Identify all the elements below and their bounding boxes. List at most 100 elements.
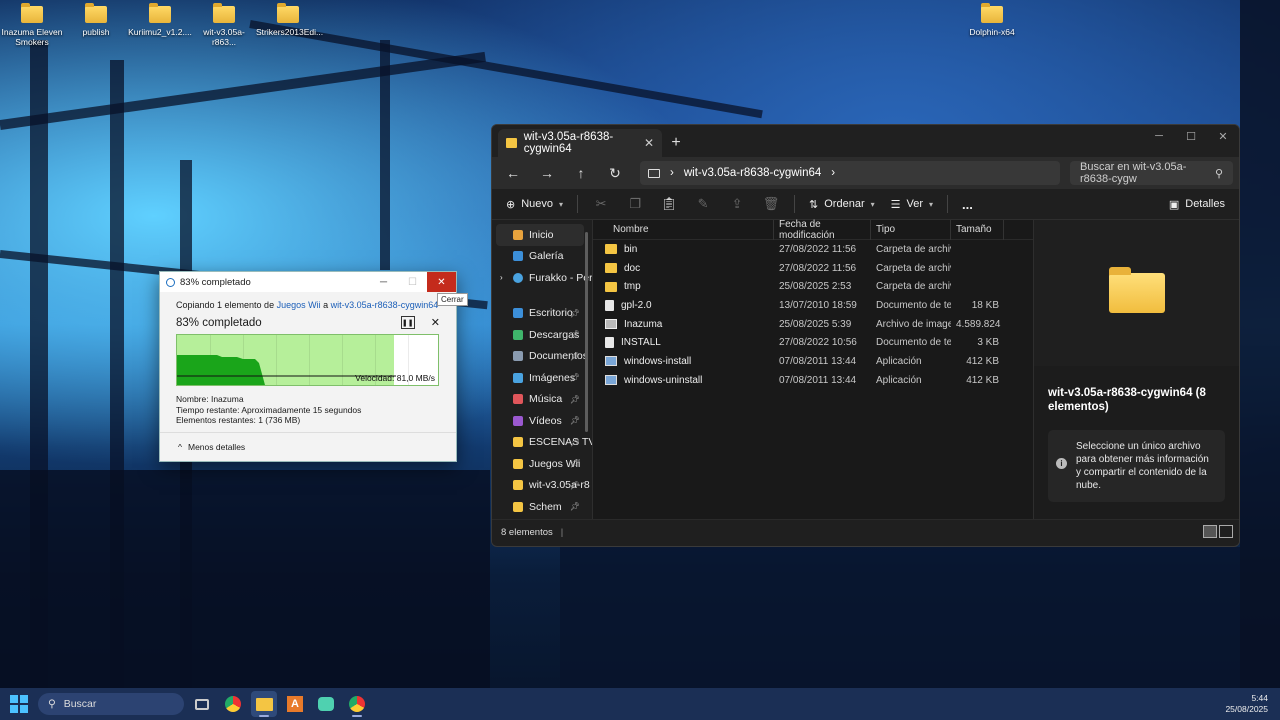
file-rows: bin 27/08/2022 11:56 Carpeta de archivos… — [593, 240, 1033, 390]
pin-icon[interactable]: 📌︎ — [570, 502, 580, 511]
system-clock[interactable]: 5:44 25/08/2025 — [1225, 693, 1268, 715]
details-view-icon[interactable] — [1203, 525, 1217, 538]
forward-button[interactable]: → — [532, 160, 562, 186]
source-link[interactable]: Juegos Wii — [277, 300, 321, 310]
text-document-icon — [605, 337, 614, 349]
chevron-right-icon[interactable]: › — [831, 167, 835, 179]
minimize-button[interactable]: ─ — [369, 272, 398, 292]
new-button[interactable]: ⊕ Nuevo ▾ — [500, 192, 569, 216]
nav-item-cloud[interactable]: ›Furakko - Perso — [492, 267, 592, 289]
maximize-button[interactable]: ☐ — [1175, 125, 1207, 147]
column-name[interactable]: Nombre — [593, 219, 774, 240]
start-button[interactable] — [10, 695, 28, 713]
file-row[interactable]: bin 27/08/2022 11:56 Carpeta de archivos — [593, 240, 1033, 259]
more-options-button[interactable]: ... — [956, 192, 979, 216]
desktop-icon-publish[interactable]: publish — [64, 3, 128, 37]
file-row[interactable]: tmp 25/08/2025 2:53 Carpeta de archivos — [593, 277, 1033, 296]
tab-close-icon[interactable]: ✕ — [644, 136, 654, 150]
column-size[interactable]: Tamaño — [951, 219, 1004, 240]
discord-icon[interactable] — [313, 691, 339, 717]
pin-icon[interactable]: 📌︎ — [570, 373, 580, 382]
desktop-icon-strikers[interactable]: Strikers2013Edi... — [256, 3, 323, 37]
pause-button[interactable]: ❚❚ — [400, 316, 415, 329]
chrome-icon[interactable] — [220, 691, 246, 717]
sort-button[interactable]: ⇅ Ordenar ▾ — [803, 192, 881, 216]
task-view-icon[interactable] — [189, 691, 215, 717]
maximize-button[interactable]: ☐ — [398, 272, 427, 292]
chevron-right-icon[interactable]: › — [500, 273, 503, 282]
details-pane-button[interactable]: ▣ Detalles — [1163, 192, 1231, 216]
nav-item-gallery[interactable]: Galería — [492, 246, 592, 268]
pin-icon[interactable]: 📌︎ — [570, 330, 580, 339]
file-row[interactable]: gpl-2.0 13/07/2010 18:59 Documento de te… — [593, 296, 1033, 315]
nav-item-pinned[interactable]: ESCENAS TV 📌︎ — [492, 432, 592, 454]
less-details-button[interactable]: ^ Menos detalles — [160, 432, 456, 461]
cut-button[interactable]: ✂ — [586, 192, 616, 216]
file-row[interactable]: windows-uninstall 07/08/2011 13:44 Aplic… — [593, 371, 1033, 390]
tiles-view-icon[interactable] — [1219, 525, 1233, 538]
back-button[interactable]: ← — [498, 160, 528, 186]
file-row[interactable]: doc 27/08/2022 11:56 Carpeta de archivos — [593, 259, 1033, 278]
desktop-icon-dolphin[interactable]: Dolphin-x64 — [960, 3, 1024, 37]
nav-item-pinned[interactable]: Juegos Wii 📌︎ — [492, 453, 592, 475]
taskbar-search[interactable]: ⚲ Buscar — [38, 693, 184, 715]
pin-icon[interactable]: 📌︎ — [570, 438, 580, 447]
nav-item-pinned[interactable]: Vídeos 📌︎ — [492, 410, 592, 432]
pin-icon[interactable]: 📌︎ — [570, 309, 580, 318]
column-date[interactable]: Fecha de modificación — [774, 219, 871, 241]
minimize-button[interactable]: ─ — [1143, 125, 1175, 147]
nav-scrollbar[interactable] — [585, 232, 588, 432]
nav-item-pinned[interactable]: Imágenes 📌︎ — [492, 367, 592, 389]
pin-icon[interactable]: 📌︎ — [570, 459, 580, 468]
pin-icon[interactable]: 📌︎ — [570, 416, 580, 425]
desktop-icon-inazuma-smokers[interactable]: Inazuma Eleven Smokers — [0, 3, 64, 47]
chrome-profile-icon[interactable] — [344, 691, 370, 717]
app-a-icon[interactable]: A — [282, 691, 308, 717]
cancel-copy-button[interactable]: ✕ — [431, 316, 440, 329]
address-input[interactable]: › wit-v3.05a-r8638-cygwin64 › — [640, 161, 1060, 185]
refresh-button[interactable]: ↻ — [600, 160, 630, 186]
file-row[interactable]: INSTALL 27/08/2022 10:56 Documento de te… — [593, 333, 1033, 352]
desktop-icon-kuriimu2[interactable]: Kuriimu2_v1.2.... — [128, 3, 192, 37]
tab-current-folder[interactable]: wit-v3.05a-r8638-cygwin64 ✕ — [498, 129, 662, 157]
nav-item-pinned[interactable]: Música 📌︎ — [492, 389, 592, 411]
folder-icon — [513, 329, 523, 340]
details-pane: wit-v3.05a-r8638-cygwin64 (8 elementos) … — [1033, 220, 1239, 519]
close-window-button[interactable]: ✕ — [1207, 125, 1239, 147]
nav-item-pinned[interactable]: Schem 📌︎ — [492, 496, 592, 518]
view-button[interactable]: ☰ Ver ▾ — [885, 192, 939, 216]
nav-item-pinned[interactable]: Documentos 📌︎ — [492, 346, 592, 368]
folder-icon — [213, 3, 235, 23]
new-tab-button[interactable]: + — [662, 129, 690, 157]
paste-button[interactable]: 📋︎ — [654, 192, 684, 216]
desktop-icon-wit[interactable]: wit-v3.05a-r863... — [192, 3, 256, 47]
rename-button[interactable]: ✎ — [688, 192, 718, 216]
file-row[interactable]: Inazuma 25/08/2025 5:39 Archivo de image… — [593, 315, 1033, 334]
share-button[interactable]: ⇪ — [722, 192, 752, 216]
nav-item-pinned[interactable]: Escritorio 📌︎ — [492, 303, 592, 325]
sort-icon: ⇅ — [809, 198, 819, 211]
delete-button[interactable]: 🗑︎ — [756, 192, 786, 216]
folder-icon — [981, 3, 1003, 23]
pin-icon[interactable]: 📌︎ — [570, 481, 580, 490]
pin-icon[interactable]: 📌︎ — [570, 352, 580, 361]
destination-link[interactable]: wit-v3.05a-r8638-cygwin64 — [331, 300, 439, 310]
gallery-icon — [513, 251, 523, 262]
column-type[interactable]: Tipo — [871, 219, 951, 240]
close-dialog-button[interactable]: ✕ — [427, 272, 456, 292]
file-explorer-taskbar-icon[interactable] — [251, 691, 277, 717]
navigation-pane: Inicio Galería ›Furakko - Perso Escritor… — [492, 220, 593, 519]
search-input[interactable]: Buscar en wit-v3.05a-r8638-cygw ⚲ — [1070, 161, 1233, 185]
nav-item-home[interactable]: Inicio — [496, 224, 584, 246]
folder-icon — [21, 3, 43, 23]
pin-icon[interactable]: 📌︎ — [570, 395, 580, 404]
chevron-right-icon: › — [670, 167, 674, 179]
up-button[interactable]: ↑ — [566, 160, 596, 186]
chevron-down-icon: ▾ — [929, 199, 934, 209]
nav-item-pinned[interactable]: Descargas 📌︎ — [492, 324, 592, 346]
nav-item-pinned[interactable]: wit-v3.05a-r8 📌︎ — [492, 475, 592, 497]
file-row[interactable]: windows-install 07/08/2011 13:44 Aplicac… — [593, 352, 1033, 371]
breadcrumb-current[interactable]: wit-v3.05a-r8638-cygwin64 — [684, 167, 821, 179]
copy-button[interactable]: ❐ — [620, 192, 650, 216]
items-remaining-line: Elementos restantes: 1 (736 MB) — [176, 415, 301, 425]
